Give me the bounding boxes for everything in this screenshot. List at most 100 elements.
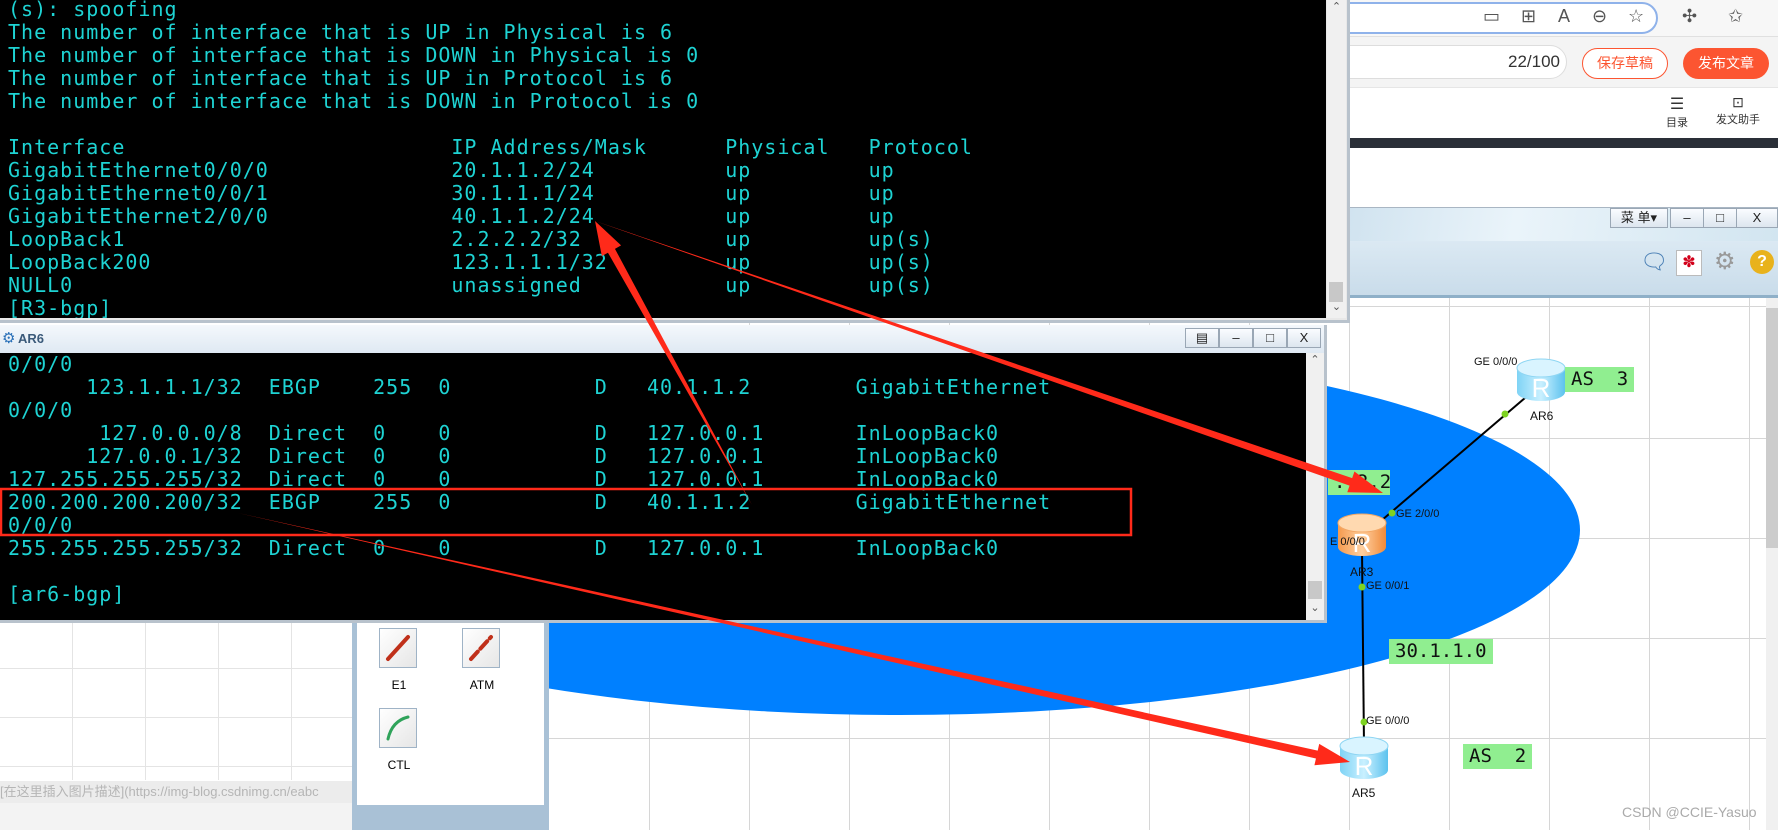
ar6-terminal-output[interactable]: 0/0/0 123.1.1.1/32 EBGP 255 0 D 40.1.1.2 Gigabi… <box>0 353 1306 620</box>
terminal-line: The number of interface that is DOWN in … <box>8 43 700 67</box>
scroll-up-icon[interactable]: ⌃ <box>1306 353 1324 366</box>
palette-ctl[interactable]: CTL <box>379 708 419 772</box>
table-cell: LoopBack1 <box>8 227 126 251</box>
ar6-close-button[interactable]: X <box>1287 328 1321 348</box>
table-cell: up <box>868 204 895 228</box>
table-cell: GigabitEthernet0/0/1 <box>8 181 269 205</box>
terminal-line: The number of interface that is DOWN in … <box>8 89 700 113</box>
ar6-window: ⚙ AR6 ▤ – □ X 0/0/0 123.1.1.1/32 EBGP 255 0 D… <box>0 325 1327 623</box>
route-cell: 0 <box>438 536 452 560</box>
route-cell: 0 <box>438 444 452 468</box>
route-cell: 0 <box>438 375 452 399</box>
route-cell: 0 <box>373 536 387 560</box>
terminal-line: 0/0/0 <box>8 513 74 537</box>
route-cell: Direct <box>268 536 348 560</box>
route-cell: GigabitEthernet <box>855 375 1052 399</box>
table-cell: unassigned <box>451 273 582 297</box>
table-cell: up <box>868 158 895 182</box>
palette-label: CTL <box>387 758 411 772</box>
palette-e1[interactable]: E1 <box>379 628 419 692</box>
router-ar5-icon[interactable]: R <box>1339 736 1389 781</box>
palette-label: ATM <box>469 678 495 692</box>
port-label: E 0/0/0 <box>1330 536 1365 548</box>
route-destination: 127.0.0.0/8 <box>99 421 243 445</box>
router-name-ar6: AR6 <box>1530 409 1554 423</box>
route-cell: Direct <box>268 444 348 468</box>
ctl-cable-icon <box>379 708 417 748</box>
route-cell: D <box>594 444 608 468</box>
terminal-line: The number of interface that is UP in Ph… <box>8 20 674 44</box>
route-cell: 0 <box>438 421 452 445</box>
route-cell: 0 <box>438 490 452 514</box>
label-as2[interactable]: AS 2 <box>1463 744 1533 769</box>
palette-label: E1 <box>391 678 407 692</box>
port-dot <box>1388 509 1396 517</box>
watermark: CSDN @CCIE-Yasuo <box>1622 804 1757 820</box>
table-cell: 30.1.1.1/24 <box>451 181 595 205</box>
route-cell: InLoopBack0 <box>855 536 1000 560</box>
palette-atm[interactable]: ATM <box>462 628 502 692</box>
ar6-titlebar[interactable]: ⚙ AR6 ▤ – □ X <box>0 325 1324 353</box>
route-cell: InLoopBack0 <box>855 467 1000 491</box>
table-cell: up(s) <box>868 273 934 297</box>
route-cell: D <box>594 467 608 491</box>
atm-cable-icon <box>462 628 500 668</box>
terminal-line: The number of interface that is UP in Pr… <box>8 66 674 90</box>
table-cell: GigabitEthernet0/0/0 <box>8 158 269 182</box>
ar6-title: AR6 <box>18 331 45 346</box>
ar6-scrollbar[interactable]: ⌃ ⌄ <box>1306 353 1324 620</box>
table-cell: up <box>725 181 752 205</box>
column-header: Interface <box>8 135 126 159</box>
route-cell: 0 <box>373 444 387 468</box>
r3-terminal-output[interactable]: (s): spoofing The number of interface tha… <box>0 0 1326 318</box>
scroll-down-icon[interactable]: ⌄ <box>1306 601 1324 614</box>
scroll-thumb[interactable] <box>1329 282 1343 302</box>
router-name-ar3: AR3 <box>1350 565 1374 579</box>
route-cell: InLoopBack0 <box>855 421 1000 445</box>
r3-terminal-window: (s): spoofing The number of interface tha… <box>0 0 1350 323</box>
route-cell: D <box>594 490 608 514</box>
port-label: GE 2/0/0 <box>1396 508 1440 520</box>
e1-cable-icon <box>379 628 417 668</box>
label-as3[interactable]: AS 3 <box>1565 367 1635 392</box>
r3-scrollbar[interactable]: ⌃ ⌄ <box>1327 0 1346 318</box>
router-name-ar5: AR5 <box>1352 786 1376 800</box>
port-label: GE 0/0/1 <box>1366 580 1410 592</box>
editor-image-markdown[interactable]: [在这里插入图片描述](https://img-blog.csdnimg.cn/… <box>0 781 352 803</box>
table-cell: 20.1.1.2/24 <box>451 158 595 182</box>
label-subnet-30[interactable]: 30.1.1.0 <box>1389 639 1493 664</box>
ar6-maximize-button[interactable]: □ <box>1253 328 1287 348</box>
route-cell: Direct <box>268 467 348 491</box>
route-cell: 0 <box>373 421 387 445</box>
scroll-up-icon[interactable]: ⌃ <box>1327 0 1346 13</box>
table-cell: 40.1.1.2/24 <box>451 204 595 228</box>
route-destination: 123.1.1.1/32 <box>86 375 243 399</box>
table-cell: GigabitEthernet2/0/0 <box>8 204 269 228</box>
scroll-down-icon[interactable]: ⌄ <box>1327 300 1346 313</box>
scroll-thumb[interactable] <box>1308 581 1322 599</box>
label-loopback[interactable]: ..2.2 <box>1328 470 1391 495</box>
port-label: GE 0/0/0 <box>1366 715 1410 727</box>
device-palette: E1 ATM CTL <box>352 620 549 830</box>
ar6-window-icon: ⚙ <box>2 330 16 347</box>
route-cell: InLoopBack0 <box>855 444 1000 468</box>
table-cell: up <box>725 204 752 228</box>
route-cell: EBGP <box>268 490 321 514</box>
route-cell: D <box>594 421 608 445</box>
table-cell: up <box>725 250 752 274</box>
editor-footer <box>0 803 352 830</box>
ar6-minimize-button[interactable]: – <box>1219 328 1253 348</box>
table-cell: LoopBack200 <box>8 250 152 274</box>
ar6-layout-button[interactable]: ▤ <box>1185 328 1219 348</box>
editor-preview-area <box>0 620 352 780</box>
route-cell: 127.0.0.1 <box>646 421 765 445</box>
route-cell: GigabitEthernet <box>855 490 1052 514</box>
route-cell: Direct <box>268 421 348 445</box>
svg-text:R: R <box>1532 373 1551 403</box>
route-cell: 127.0.0.1 <box>646 444 765 468</box>
router-ar6-icon[interactable]: R <box>1516 358 1566 403</box>
table-cell: 2.2.2.2/32 <box>451 227 582 251</box>
terminal-line: (s): spoofing <box>8 0 178 21</box>
terminal-prompt: [ar6-bgp] <box>8 582 126 606</box>
table-cell: up(s) <box>868 250 934 274</box>
